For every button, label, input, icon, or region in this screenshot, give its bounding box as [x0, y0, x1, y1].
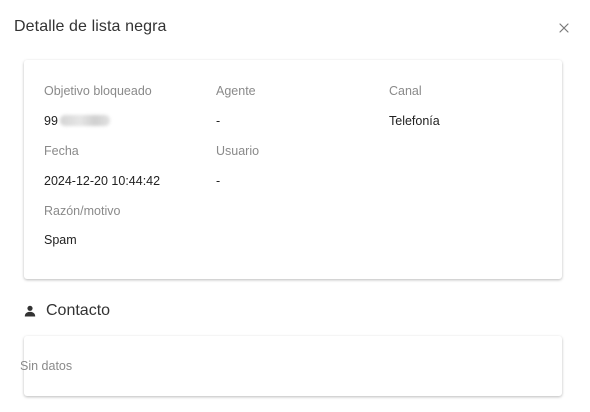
channel-value: Telefonía [389, 114, 440, 128]
close-button[interactable] [556, 20, 572, 36]
contact-section-title: Contacto [46, 302, 111, 319]
user-value: - [216, 174, 221, 188]
date-value: 2024-12-20 10:44:42 [44, 174, 161, 188]
close-icon [559, 23, 569, 33]
redacted-mask [59, 115, 110, 126]
contact-card: Sin datos [20, 336, 562, 396]
channel-label: Canal [389, 84, 422, 98]
target-value: 99 [44, 114, 110, 128]
agent-label: Agente [216, 84, 256, 98]
reason-label: Razón/motivo [44, 204, 121, 218]
blacklist-detail-dialog: Detalle de lista negra Objetivo bloquead… [0, 0, 590, 412]
dialog-title: Detalle de lista negra [14, 18, 167, 35]
contact-section-header: Contacto [24, 302, 110, 320]
date-label: Fecha [44, 144, 79, 158]
person-icon [24, 305, 36, 317]
reason-value: Spam [44, 233, 77, 247]
user-label: Usuario [216, 144, 260, 158]
target-value-visible: 99 [44, 114, 58, 128]
contact-empty-text: Sin datos [20, 359, 73, 373]
target-label: Objetivo bloqueado [44, 84, 152, 98]
blacklist-detail-card: Objetivo bloqueado 99 Agente - Canal Tel… [24, 60, 562, 279]
agent-value: - [216, 114, 221, 128]
